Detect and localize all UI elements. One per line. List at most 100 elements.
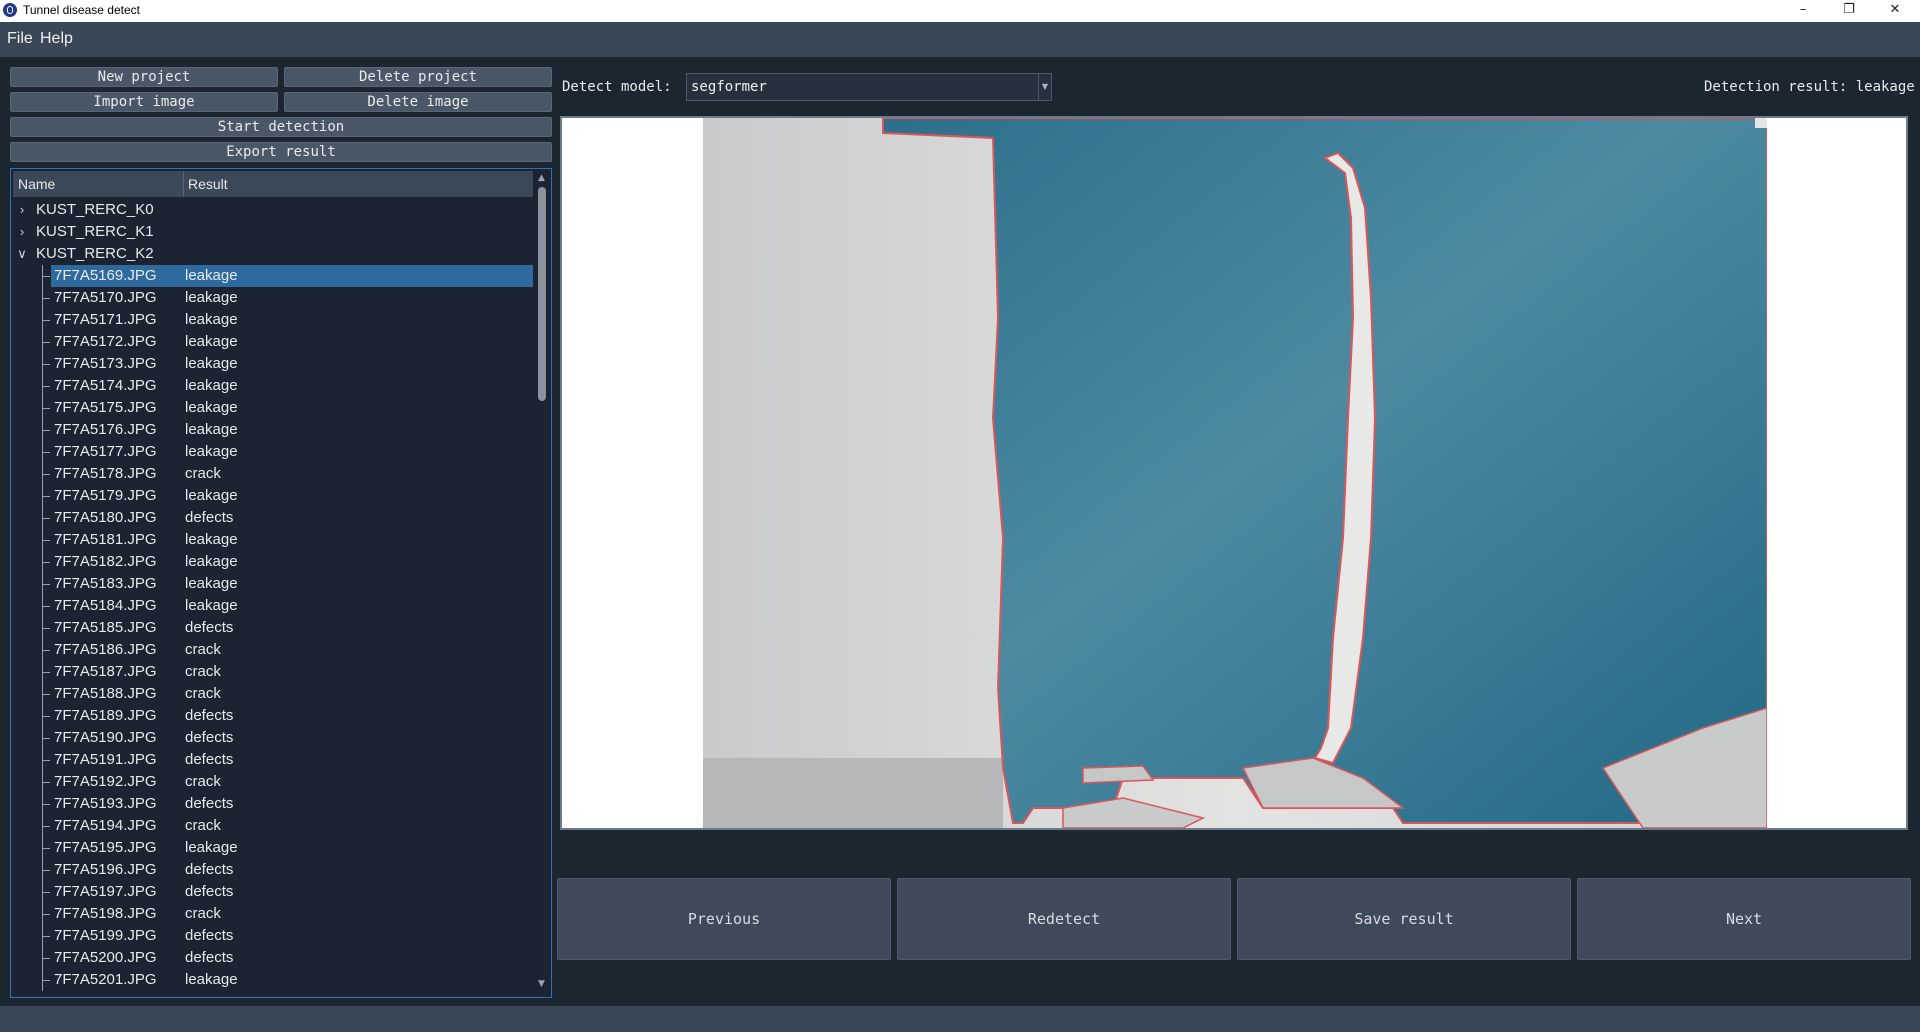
column-name-header[interactable]: Name: [18, 176, 55, 192]
detect-model-value: segformer: [691, 79, 767, 95]
tree-line: [42, 892, 50, 893]
file-result: leakage: [185, 355, 238, 372]
import-image-button[interactable]: Import image: [10, 92, 278, 112]
menu-file[interactable]: File: [7, 30, 33, 48]
detect-model-select[interactable]: segformer ▼: [686, 73, 1052, 101]
restore-icon[interactable]: ❐: [1826, 0, 1872, 22]
close-icon[interactable]: ✕: [1872, 0, 1918, 22]
tree-item-row[interactable]: 7F7A5185.JPG defects: [11, 617, 535, 639]
delete-project-button[interactable]: Delete project: [284, 67, 552, 87]
tree-group[interactable]: › KUST_RERC_K1: [11, 221, 535, 243]
file-result: defects: [185, 707, 234, 724]
menu-help[interactable]: Help: [40, 30, 73, 48]
tree-item-row[interactable]: 7F7A5200.JPG defects: [11, 947, 535, 969]
previous-button[interactable]: Previous: [557, 878, 891, 960]
file-name: 7F7A5196.JPG: [54, 861, 157, 878]
tree-item-row[interactable]: 7F7A5179.JPG leakage: [11, 485, 535, 507]
tree-line: [42, 562, 50, 563]
tree-item-row[interactable]: 7F7A5194.JPG crack: [11, 815, 535, 837]
tree-item-row[interactable]: 7F7A5189.JPG defects: [11, 705, 535, 727]
delete-image-button[interactable]: Delete image: [284, 92, 552, 112]
tree-item-row[interactable]: 7F7A5175.JPG leakage: [11, 397, 535, 419]
tree-item-row[interactable]: 7F7A5198.JPG crack: [11, 903, 535, 925]
file-name: 7F7A5186.JPG: [54, 641, 157, 658]
tree-item-row[interactable]: 7F7A5197.JPG defects: [11, 881, 535, 903]
tree-item-row[interactable]: 7F7A5184.JPG leakage: [11, 595, 535, 617]
file-name: 7F7A5194.JPG: [54, 817, 157, 834]
tree-item-row[interactable]: 7F7A5201.JPG leakage: [11, 969, 535, 991]
file-result: crack: [185, 905, 221, 922]
tree-item-row[interactable]: 7F7A5176.JPG leakage: [11, 419, 535, 441]
tree-item-row[interactable]: 7F7A5193.JPG defects: [11, 793, 535, 815]
tree-line: [42, 430, 50, 431]
tree-line: [42, 914, 50, 915]
file-result: defects: [185, 949, 234, 966]
tree-item-row[interactable]: 7F7A5186.JPG crack: [11, 639, 535, 661]
tree-item-row[interactable]: 7F7A5191.JPG defects: [11, 749, 535, 771]
detection-image: [703, 118, 1767, 828]
file-result: leakage: [185, 487, 238, 504]
save-result-button[interactable]: Save result: [1237, 878, 1571, 960]
tree-item-row[interactable]: 7F7A5169.JPG leakage: [11, 265, 535, 287]
tree-item-row[interactable]: 7F7A5195.JPG leakage: [11, 837, 535, 859]
chevron-down-icon[interactable]: ∨: [15, 246, 29, 262]
chevron-right-icon[interactable]: ›: [15, 202, 29, 217]
tree-line: [42, 320, 50, 321]
scrollbar-thumb[interactable]: [538, 187, 546, 401]
tree-item-row[interactable]: 7F7A5190.JPG defects: [11, 727, 535, 749]
tree-line: [42, 276, 50, 277]
file-name: 7F7A5170.JPG: [54, 289, 157, 306]
file-result: crack: [185, 465, 221, 482]
scroll-down-icon[interactable]: ▼: [538, 979, 545, 989]
tree-item-row[interactable]: 7F7A5170.JPG leakage: [11, 287, 535, 309]
tree-item-row[interactable]: 7F7A5172.JPG leakage: [11, 331, 535, 353]
file-name: 7F7A5184.JPG: [54, 597, 157, 614]
tree-item-row[interactable]: 7F7A5187.JPG crack: [11, 661, 535, 683]
tree-item-row[interactable]: 7F7A5199.JPG defects: [11, 925, 535, 947]
column-result-header[interactable]: Result: [188, 176, 228, 192]
tree-item-row[interactable]: 7F7A5196.JPG defects: [11, 859, 535, 881]
file-name: 7F7A5198.JPG: [54, 905, 157, 922]
new-project-button[interactable]: New project: [10, 67, 278, 87]
tree-line: [42, 386, 50, 387]
tree-item-row[interactable]: 7F7A5188.JPG crack: [11, 683, 535, 705]
file-name: 7F7A5185.JPG: [54, 619, 157, 636]
tree-line: [42, 848, 50, 849]
file-result: crack: [185, 685, 221, 702]
file-result: leakage: [185, 311, 238, 328]
tree-item-row[interactable]: 7F7A5177.JPG leakage: [11, 441, 535, 463]
tree-line: [42, 540, 50, 541]
scroll-up-icon[interactable]: ▲: [538, 173, 545, 183]
file-name: 7F7A5190.JPG: [54, 729, 157, 746]
file-result: leakage: [185, 399, 238, 416]
start-detection-button[interactable]: Start detection: [10, 117, 552, 137]
tree-line: [42, 584, 50, 585]
tree-group-label: KUST_RERC_K2: [36, 245, 154, 262]
minimize-icon[interactable]: –: [1780, 0, 1826, 22]
tree-group[interactable]: › KUST_RERC_K0: [11, 199, 535, 221]
tree-group-label: KUST_RERC_K1: [36, 223, 154, 240]
window-titlebar: Tunnel disease detect – ❐ ✕: [0, 0, 1920, 22]
tree-item-row[interactable]: 7F7A5182.JPG leakage: [11, 551, 535, 573]
next-button[interactable]: Next: [1577, 878, 1911, 960]
tree-line: [42, 452, 50, 453]
tree-item-row[interactable]: 7F7A5192.JPG crack: [11, 771, 535, 793]
tree-item-row[interactable]: 7F7A5183.JPG leakage: [11, 573, 535, 595]
tree-item-row[interactable]: 7F7A5178.JPG crack: [11, 463, 535, 485]
tree-group[interactable]: ∨ KUST_RERC_K2: [11, 243, 535, 265]
tree-item-row[interactable]: 7F7A5181.JPG leakage: [11, 529, 535, 551]
tree-line: [42, 958, 50, 959]
tree-item-row[interactable]: 7F7A5180.JPG defects: [11, 507, 535, 529]
tree-item-row[interactable]: 7F7A5171.JPG leakage: [11, 309, 535, 331]
file-result: leakage: [185, 575, 238, 592]
tree-body: › KUST_RERC_K0 › KUST_RERC_K1 ∨ KUST_RERC_K2 7…: [11, 199, 535, 997]
redetect-button[interactable]: Redetect: [897, 878, 1231, 960]
project-tree[interactable]: Name Result › KUST_RERC_K0 › KUST_RERC_K1 ∨ K…: [10, 168, 552, 998]
export-result-button[interactable]: Export result: [10, 142, 552, 162]
file-name: 7F7A5180.JPG: [54, 509, 157, 526]
file-result: crack: [185, 817, 221, 834]
chevron-right-icon[interactable]: ›: [15, 224, 29, 239]
tree-item-row[interactable]: 7F7A5174.JPG leakage: [11, 375, 535, 397]
tree-item-row[interactable]: 7F7A5173.JPG leakage: [11, 353, 535, 375]
file-result: leakage: [185, 971, 238, 988]
